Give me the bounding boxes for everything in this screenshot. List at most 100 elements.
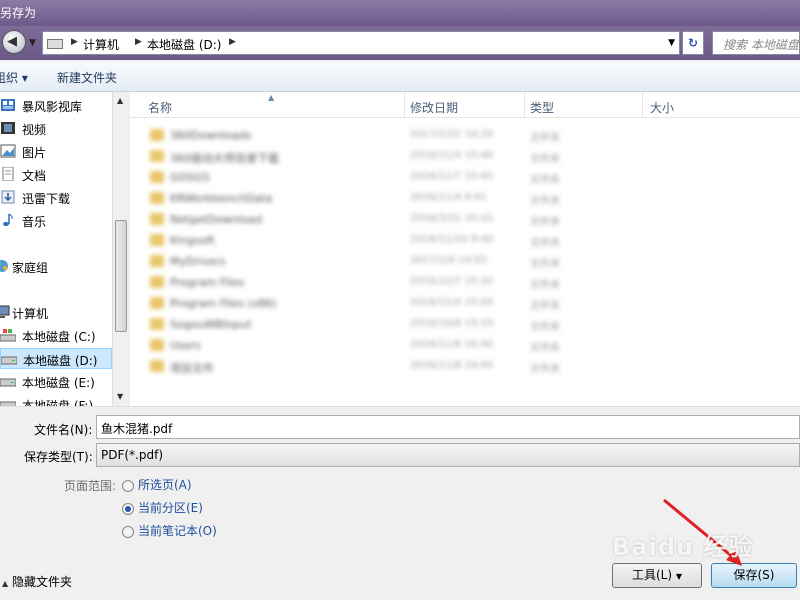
radio-selected-pages[interactable]	[122, 480, 134, 492]
file-name: GOSGS	[170, 171, 210, 184]
drive-icon	[0, 328, 17, 342]
column-divider[interactable]	[642, 92, 643, 118]
filetype-value: PDF(*.pdf)	[101, 448, 164, 462]
column-divider[interactable]	[404, 92, 405, 118]
file-type: 文件夹	[530, 196, 560, 207]
table-row[interactable]: Program Files (x86) 2016/12/4 15:05 文件夹	[130, 293, 800, 314]
breadcrumb-separator-icon[interactable]: ▶	[135, 37, 142, 47]
drive-icon	[0, 374, 17, 388]
column-divider[interactable]	[524, 92, 525, 118]
sidebar-item-drive-f[interactable]: 本地磁盘 (F:)	[0, 394, 112, 406]
folder-icon	[150, 318, 164, 330]
sidebar-item-label: 本地磁盘 (C:)	[22, 330, 96, 344]
download-icon	[0, 190, 16, 204]
table-row[interactable]: 360Downloads 2017/2/22 16:20 文件夹	[130, 125, 800, 146]
folder-icon	[150, 360, 164, 372]
sidebar-item-label: 视频	[22, 123, 47, 137]
table-row[interactable]: Program Files 2016/12/7 15:32 文件夹	[130, 272, 800, 293]
navigation-pane: 暴风影视库 视频 图片 文档 迅雷下载 音乐 家庭组 计算机 本地磁盘 (C:)…	[0, 92, 112, 406]
file-name: Program Files	[170, 276, 245, 289]
breadcrumb-computer[interactable]: 计算机	[83, 36, 119, 53]
sidebar-item-homegroup[interactable]: 家庭组	[0, 256, 112, 277]
table-row[interactable]: GOSGS 2016/11/7 15:45 文件夹	[130, 167, 800, 188]
column-name[interactable]: 名称	[148, 99, 172, 116]
sidebar-scrollbar[interactable]: ▲ ▼	[112, 92, 129, 406]
filetype-select[interactable]: PDF(*.pdf)	[96, 443, 800, 467]
video-icon	[0, 121, 16, 135]
file-type: 文件夹	[530, 322, 560, 333]
drive-icon	[47, 39, 63, 49]
filename-label: 文件名(N):	[34, 423, 93, 437]
file-type: 文件夹	[530, 301, 560, 312]
table-row[interactable]: 360驱动大师目录下载 2016/11/4 15:40 文件夹	[130, 146, 800, 167]
video-library-icon	[0, 98, 16, 112]
column-header-row: ▲ 名称 修改日期 类型 大小	[130, 92, 800, 118]
sidebar-item-drive-e[interactable]: 本地磁盘 (E:)	[0, 371, 112, 392]
filename-field[interactable]: 鱼木混猪.pdf	[96, 415, 800, 439]
collapse-icon: ▲	[2, 579, 9, 588]
sidebar-item-xunlei[interactable]: 迅雷下载	[0, 187, 112, 208]
sidebar-item-label: 暴风影视库	[22, 100, 83, 114]
breadcrumb-separator-icon[interactable]: ▶	[71, 37, 78, 47]
column-size[interactable]: 大小	[650, 99, 674, 116]
file-date: 2017/2/22 16:20	[410, 129, 494, 140]
sidebar-item-videos[interactable]: 视频	[0, 118, 112, 139]
history-dropdown-icon[interactable]: ▼	[29, 38, 36, 48]
search-placeholder: 搜索 本地磁盘 (D:)	[723, 38, 800, 52]
sidebar-item-documents[interactable]: 文档	[0, 164, 112, 185]
file-date: 2016/3/31 10:22	[410, 213, 494, 224]
homegroup-icon	[0, 259, 10, 273]
back-button[interactable]: ◀	[2, 30, 26, 54]
table-row[interactable]: NetgetDownload 2016/3/31 10:22 文件夹	[130, 209, 800, 230]
file-list: ▲ 名称 修改日期 类型 大小 360Downloads 2017/2/22 16…	[130, 92, 800, 406]
breadcrumb-drive-d[interactable]: 本地磁盘 (D:)	[147, 36, 221, 53]
folder-icon	[150, 213, 164, 225]
organize-button[interactable]: 组织 ▾	[0, 69, 28, 86]
window-title: 另存为	[0, 6, 37, 20]
back-arrow-icon: ◀	[7, 34, 17, 49]
radio-current-section[interactable]	[122, 503, 134, 515]
documents-icon	[0, 166, 16, 182]
scroll-up-icon[interactable]: ▲	[117, 96, 123, 105]
new-folder-button[interactable]: 新建文件夹	[57, 69, 117, 86]
sidebar-item-music[interactable]: 音乐	[0, 210, 112, 231]
sidebar-item-label: 文档	[22, 169, 47, 183]
address-bar[interactable]: ▶ 计算机 ▶ 本地磁盘 (D:) ▶ ▼	[42, 31, 680, 55]
sidebar-item-label: 家庭组	[12, 261, 49, 275]
sidebar-item-label: 迅雷下载	[22, 192, 71, 206]
sidebar-item-label: 计算机	[12, 307, 49, 321]
option-selected-pages[interactable]: 所选页(A)	[138, 476, 192, 493]
table-row[interactable]: 项目文件 2016/11/8 16:44 文件夹	[130, 356, 800, 377]
table-row[interactable]: MyDrivers 2017/1/9 14:55 文件夹	[130, 251, 800, 272]
refresh-button[interactable]: ↻	[682, 31, 704, 55]
option-current-section[interactable]: 当前分区(E)	[138, 499, 203, 516]
column-date[interactable]: 修改日期	[410, 99, 458, 116]
hide-folders-link[interactable]: ▲ 隐藏文件夹	[2, 573, 72, 590]
scrollbar-thumb[interactable]	[115, 220, 127, 332]
column-type[interactable]: 类型	[530, 99, 554, 116]
sidebar-item-baofeng[interactable]: 暴风影视库	[0, 95, 112, 116]
table-row[interactable]: Users 2016/11/8 16:40 文件夹	[130, 335, 800, 356]
table-row[interactable]: SogouWBInput 2016/10/8 15:33 文件夹	[130, 314, 800, 335]
file-date: 2016/11/7 15:45	[410, 171, 494, 182]
table-row[interactable]: KRWorkbenchData 2016/11/4 9:41 文件夹	[130, 188, 800, 209]
file-date: 2016/11/10 9:40	[410, 234, 494, 245]
table-row[interactable]: Kingsoft 2016/11/10 9:40 文件夹	[130, 230, 800, 251]
sidebar-item-computer[interactable]: 计算机	[0, 302, 112, 323]
file-type: 文件夹	[530, 175, 560, 186]
scroll-down-icon[interactable]: ▼	[117, 392, 123, 401]
file-type: 文件夹	[530, 133, 560, 144]
search-input[interactable]: 搜索 本地磁盘 (D:)	[712, 31, 800, 55]
radio-current-notebook[interactable]	[122, 526, 134, 538]
sidebar-item-pictures[interactable]: 图片	[0, 141, 112, 162]
drive-icon	[0, 352, 18, 366]
toolbar: 组织 ▾ 新建文件夹	[0, 62, 800, 92]
sidebar-item-drive-c[interactable]: 本地磁盘 (C:)	[0, 325, 112, 346]
breadcrumb-separator-icon[interactable]: ▶	[229, 37, 236, 47]
sort-ascending-icon: ▲	[268, 93, 275, 102]
filename-value: 鱼木混猪.pdf	[101, 422, 173, 436]
sidebar-item-drive-d[interactable]: 本地磁盘 (D:)	[0, 348, 112, 369]
option-current-notebook[interactable]: 当前笔记本(O)	[138, 522, 217, 539]
file-type: 文件夹	[530, 259, 560, 270]
address-dropdown-icon[interactable]: ▼	[668, 38, 675, 48]
